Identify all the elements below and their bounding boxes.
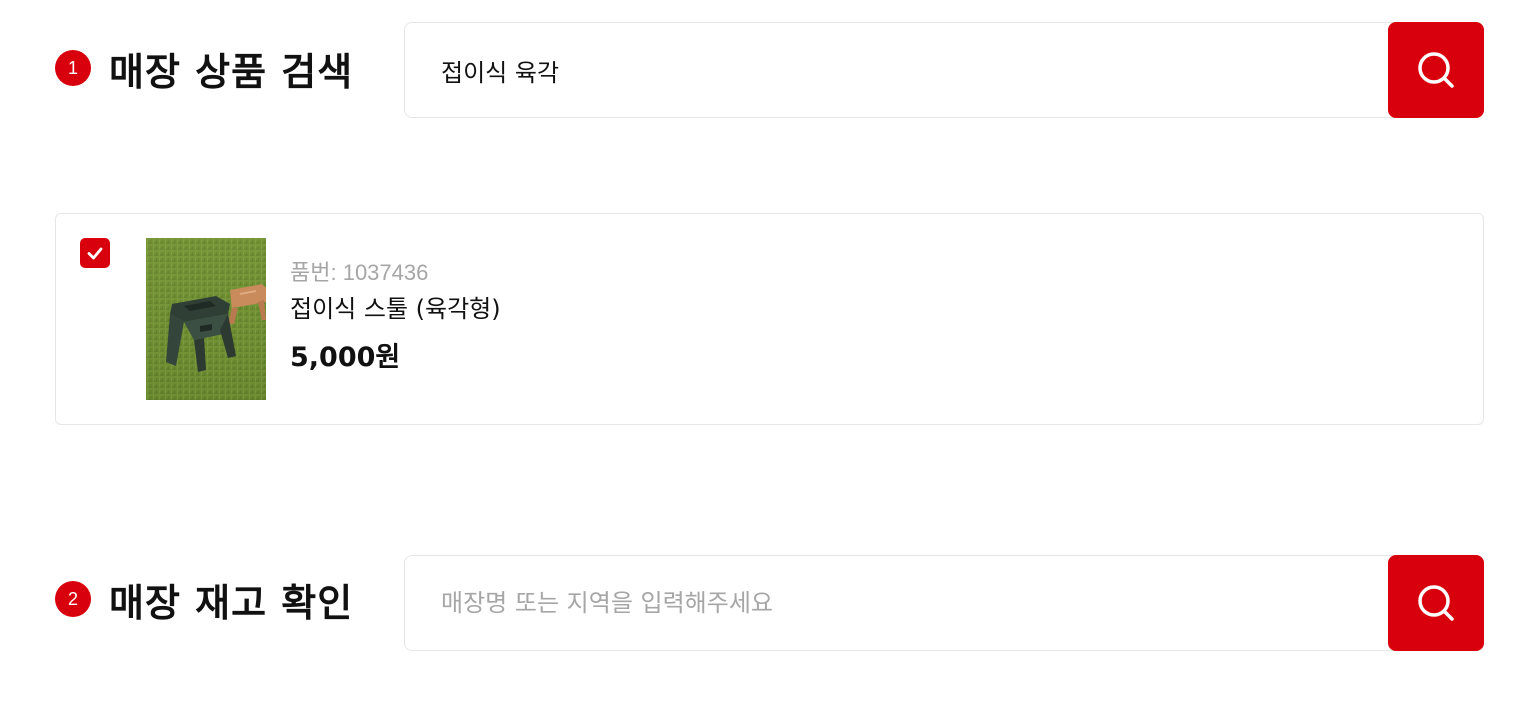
stock-check-title: 매장 재고 확인: [109, 580, 354, 625]
product-search-input[interactable]: [441, 23, 1341, 117]
search-icon: [1418, 585, 1454, 621]
step-badge-1: 1: [55, 50, 91, 86]
product-result-card[interactable]: 품번: 1037436 접이식 스툴 (육각형) 5,000원: [55, 213, 1484, 425]
product-name: 접이식 스툴 (육각형): [290, 295, 501, 323]
product-search-button[interactable]: [1388, 22, 1484, 118]
product-code: 품번: 1037436: [290, 260, 429, 285]
store-search-box: [404, 555, 1484, 651]
product-search-heading: 1 매장 상품 검색: [55, 40, 353, 96]
store-search-button[interactable]: [1388, 555, 1484, 651]
stock-check-heading: 2 매장 재고 확인: [55, 571, 353, 627]
step-badge-2: 2: [55, 581, 91, 617]
product-search-title: 매장 상품 검색: [109, 49, 354, 94]
product-search-box: [404, 22, 1484, 118]
product-info: 품번: 1037436 접이식 스툴 (육각형) 5,000원: [290, 258, 501, 376]
product-price: 5,000원: [290, 342, 401, 373]
store-search-input[interactable]: [441, 556, 1341, 650]
product-select-checkbox[interactable]: [80, 238, 110, 268]
search-icon: [1418, 52, 1454, 88]
product-image: [146, 238, 266, 400]
checkmark-icon: [87, 247, 103, 260]
